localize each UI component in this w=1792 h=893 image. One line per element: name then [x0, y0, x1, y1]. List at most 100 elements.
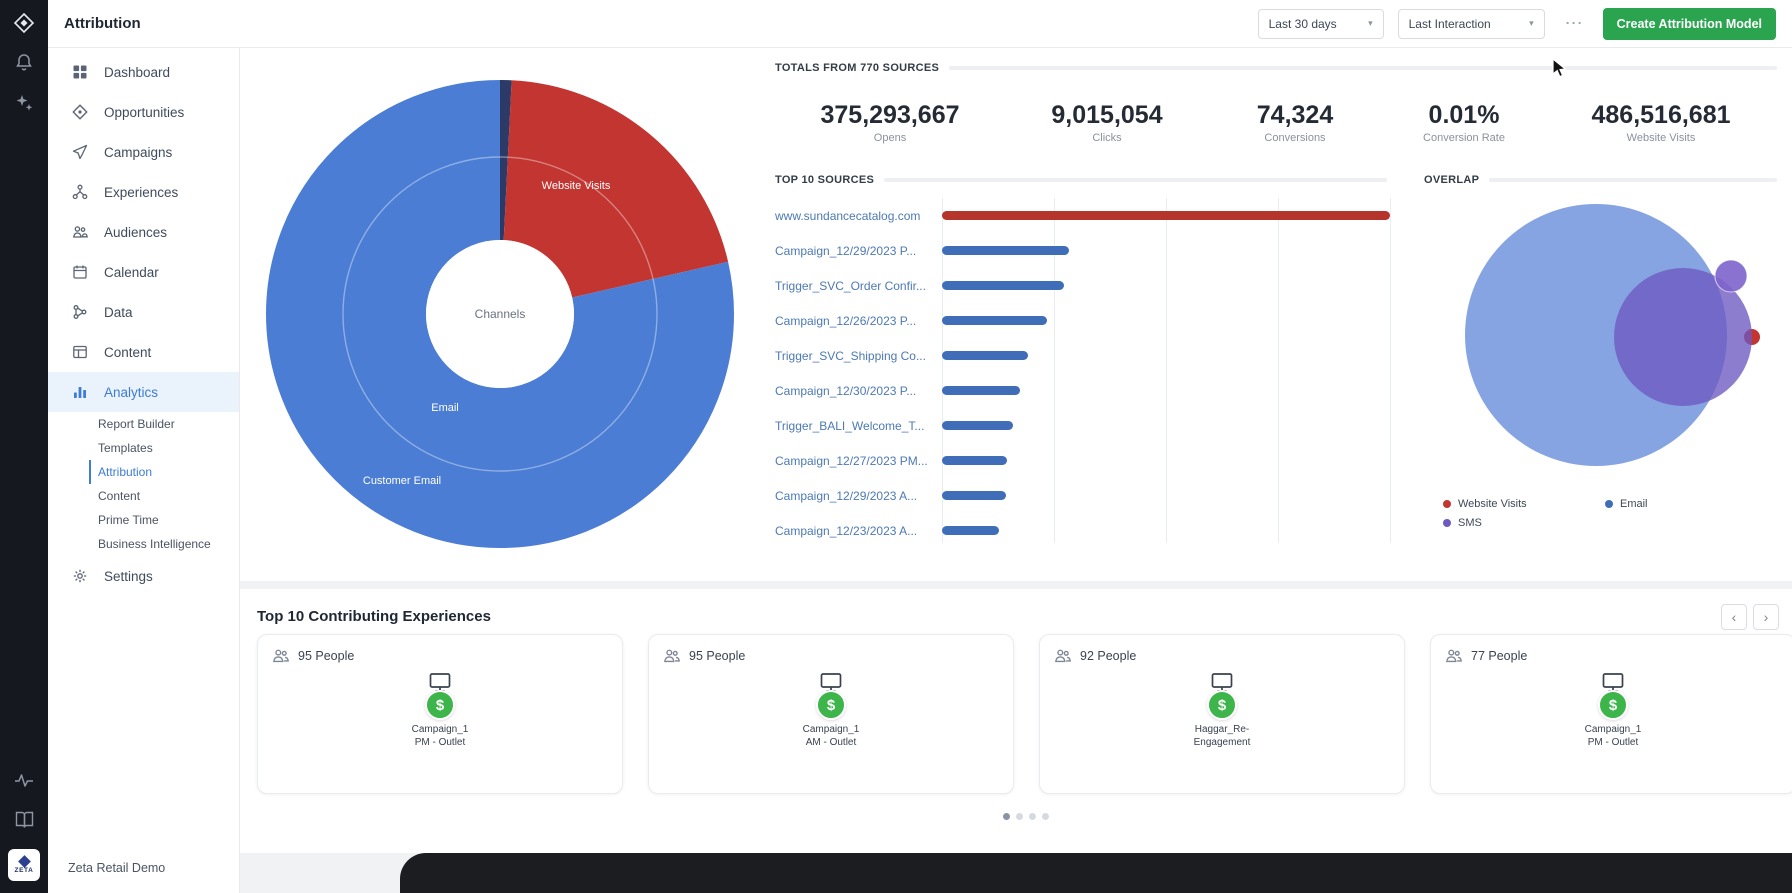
top-header: Attribution Last 30 days ▾ Last Interact… — [48, 0, 1792, 48]
main-content: Channels Website Visits Email Customer E… — [240, 48, 1792, 893]
source-bar-track — [942, 246, 1390, 255]
source-bar — [942, 316, 1047, 325]
sidebar-item-campaigns[interactable]: Campaigns — [48, 132, 239, 172]
source-bar — [942, 351, 1028, 360]
overlap-venn-chart — [1440, 188, 1780, 488]
experience-card[interactable]: 92 People$Haggar_Re-Engagement — [1039, 634, 1405, 794]
venn-sms-bubble-circle — [1715, 260, 1747, 292]
people-icon — [1054, 647, 1072, 665]
source-bar-track — [942, 456, 1390, 465]
source-label[interactable]: Campaign_12/26/2023 P... — [775, 314, 942, 328]
source-label[interactable]: Campaign_12/29/2023 P... — [775, 244, 942, 258]
totals-heading: TOTALS FROM 770 SOURCES — [775, 62, 1777, 74]
source-bar-track — [942, 211, 1390, 220]
sidebar-item-dashboard[interactable]: Dashboard — [48, 52, 239, 92]
source-row: Trigger_BALI_Welcome_T... — [775, 408, 1395, 443]
experience-name: Campaign_1 AM - Outlet — [798, 724, 864, 749]
source-bar-track — [942, 281, 1390, 290]
carousel-dot-2[interactable] — [1016, 813, 1023, 820]
experience-card-body: $Campaign_1 PM - Outlet — [258, 671, 622, 749]
sparkles-icon[interactable] — [13, 92, 35, 114]
source-row: Campaign_12/30/2023 P... — [775, 373, 1395, 408]
carousel-dot-4[interactable] — [1042, 813, 1049, 820]
sidebar-item-label: Content — [104, 345, 151, 360]
experiences-title: Top 10 Contributing Experiences — [257, 608, 491, 625]
sidebar: Dashboard Opportunities CampaignsExperienc… — [48, 48, 240, 893]
top-sources-list: www.sundancecatalog.com Campaign_12/29/20… — [775, 198, 1395, 548]
source-row: www.sundancecatalog.com — [775, 198, 1395, 233]
experience-card[interactable]: 77 People$Campaign_1 PM - Outlet — [1430, 634, 1792, 794]
dashboard-icon — [72, 64, 88, 80]
sidebar-item-opportunities[interactable]: Opportunities — [48, 92, 239, 132]
carousel-next-button[interactable]: › — [1753, 604, 1779, 630]
source-label[interactable]: Trigger_BALI_Welcome_T... — [775, 419, 942, 433]
source-label[interactable]: Campaign_12/27/2023 PM... — [775, 454, 942, 468]
sidebar-subitem-business-intelligence[interactable]: Business Intelligence — [89, 532, 239, 556]
stat-clicks: 9,015,054Clicks — [1051, 100, 1162, 144]
sidebar-subitem-report-builder[interactable]: Report Builder — [89, 412, 239, 436]
attribution-type-dropdown[interactable]: Last Interaction ▾ — [1398, 9, 1545, 39]
stat-conversions: 74,324Conversions — [1257, 100, 1333, 144]
zeta-logo-icon[interactable] — [13, 12, 35, 34]
carousel-prev-button[interactable]: ‹ — [1721, 604, 1747, 630]
sidebar-item-data[interactable]: Data — [48, 292, 239, 332]
bottom-dark-bar — [400, 853, 1792, 893]
sidebar-item-label: Settings — [104, 569, 153, 584]
sidebar-item-label: Analytics — [104, 385, 158, 400]
sidebar-item-calendar[interactable]: Calendar — [48, 252, 239, 292]
date-range-dropdown[interactable]: Last 30 days ▾ — [1258, 9, 1384, 39]
totals-heading-label: TOTALS FROM 770 SOURCES — [775, 62, 939, 74]
source-bar-track — [942, 526, 1390, 535]
sidebar-item-label: Dashboard — [104, 65, 170, 80]
source-label[interactable]: Campaign_12/23/2023 A... — [775, 524, 942, 538]
source-bar-track — [942, 491, 1390, 500]
sidebar-subitem-label: Prime Time — [98, 513, 159, 527]
experience-card[interactable]: 95 People$Campaign_1 AM - Outlet — [648, 634, 1014, 794]
people-icon — [272, 647, 290, 665]
sidebar-subitem-templates[interactable]: Templates — [89, 436, 239, 460]
carousel-dot-3[interactable] — [1029, 813, 1036, 820]
sidebar-subitem-attribution[interactable]: Attribution — [89, 460, 239, 484]
legend-dot — [1605, 500, 1613, 508]
signal-icon[interactable] — [13, 769, 35, 791]
experience-card[interactable]: 95 People$Campaign_1 PM - Outlet — [257, 634, 623, 794]
zeta-badge[interactable]: ZETA — [8, 849, 40, 881]
source-label[interactable]: www.sundancecatalog.com — [775, 209, 942, 223]
source-label[interactable]: Campaign_12/29/2023 A... — [775, 489, 942, 503]
stat-value: 0.01% — [1423, 100, 1505, 130]
sidebar-item-settings[interactable]: Settings — [48, 556, 239, 596]
book-icon[interactable] — [13, 809, 35, 831]
stat-conversion-rate: 0.01%Conversion Rate — [1423, 100, 1505, 144]
account-name[interactable]: Zeta Retail Demo — [68, 861, 165, 875]
experience-name: Campaign_1 PM - Outlet — [1580, 724, 1646, 749]
source-row: Campaign_12/23/2023 A... — [775, 513, 1395, 548]
sidebar-subitem-label: Business Intelligence — [98, 537, 211, 551]
sidebar-item-analytics[interactable]: Analytics — [48, 372, 239, 412]
sidebar-item-audiences[interactable]: Audiences — [48, 212, 239, 252]
create-attribution-model-button[interactable]: Create Attribution Model — [1603, 8, 1776, 40]
sidebar-item-content[interactable]: Content — [48, 332, 239, 372]
source-label[interactable]: Trigger_SVC_Order Confir... — [775, 279, 942, 293]
notifications-bell-icon[interactable] — [13, 52, 35, 74]
attribution-type-value: Last Interaction — [1409, 17, 1491, 31]
sidebar-subitem-prime-time[interactable]: Prime Time — [89, 508, 239, 532]
stat-label: Website Visits — [1591, 132, 1730, 144]
more-options-button[interactable]: ⋯ — [1559, 13, 1589, 34]
carousel-dot-1[interactable] — [1003, 813, 1010, 820]
chevron-down-icon: ▾ — [1529, 18, 1534, 29]
people-count-label: 77 People — [1471, 649, 1527, 663]
sidebar-item-experiences[interactable]: Experiences — [48, 172, 239, 212]
source-label[interactable]: Trigger_SVC_Shipping Co... — [775, 349, 942, 363]
source-row: Trigger_SVC_Order Confir... — [775, 268, 1395, 303]
source-label[interactable]: Campaign_12/30/2023 P... — [775, 384, 942, 398]
sunburst-svg — [266, 80, 734, 548]
sunburst-center-hole — [426, 240, 574, 388]
sidebar-item-label: Opportunities — [104, 105, 184, 120]
analytics-icon — [72, 384, 88, 400]
sidebar-subitem-content[interactable]: Content — [89, 484, 239, 508]
experience-name: Haggar_Re-Engagement — [1189, 724, 1255, 749]
content-icon — [72, 344, 88, 360]
calendar-icon — [72, 264, 88, 280]
top-sources-heading-label: TOP 10 SOURCES — [775, 174, 874, 186]
source-row: Campaign_12/27/2023 PM... — [775, 443, 1395, 478]
